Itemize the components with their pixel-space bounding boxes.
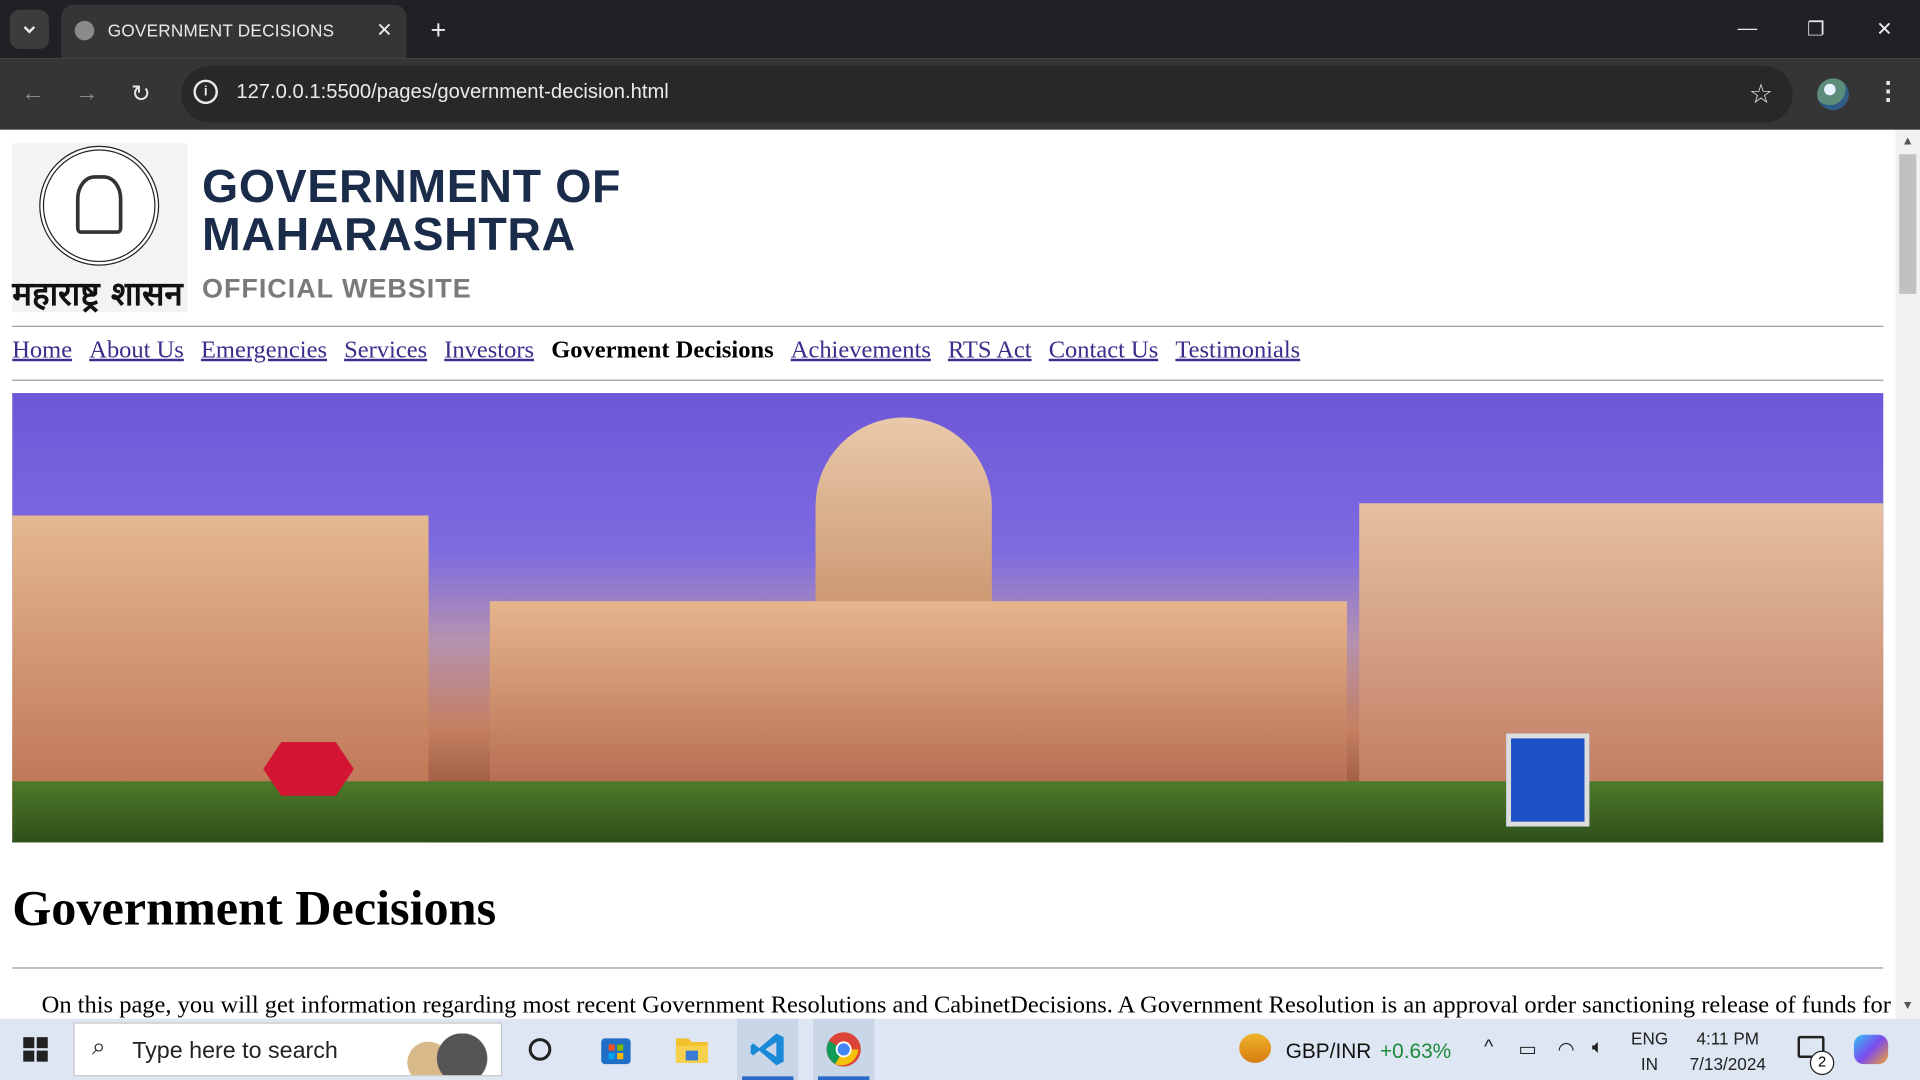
nav-home[interactable]: Home <box>12 337 72 365</box>
chevron-up-icon[interactable]: ^ <box>1484 1037 1493 1059</box>
minimize-button[interactable]: — <box>1719 7 1775 51</box>
taskbar-search[interactable]: ⌕ Type here to search <box>73 1022 503 1077</box>
new-tab-button[interactable]: + <box>421 15 455 47</box>
nav-rts-act[interactable]: RTS Act <box>948 337 1032 365</box>
main-nav: Home About Us Emergencies Services Inves… <box>12 337 1300 365</box>
nav-emergencies[interactable]: Emergencies <box>201 337 327 365</box>
scrollbar-thumb[interactable] <box>1899 154 1917 294</box>
address-bar[interactable]: i 127.0.0.1:5500/pages/government-decisi… <box>181 66 1793 123</box>
restore-button[interactable]: ❐ <box>1788 7 1844 51</box>
chrome-icon[interactable] <box>813 1018 875 1080</box>
windows-start-icon[interactable] <box>12 1031 59 1068</box>
search-input[interactable]: Type here to search <box>132 1038 338 1065</box>
back-button[interactable]: ← <box>12 73 54 115</box>
site-title: GOVERNMENT OF MAHARASHTRA <box>202 161 622 261</box>
close-tab-icon[interactable]: ✕ <box>372 18 396 42</box>
file-explorer-icon[interactable] <box>661 1019 722 1080</box>
volume-icon[interactable]: 🔈︎ <box>1592 1037 1604 1059</box>
tab-search-button[interactable] <box>9 9 49 49</box>
site-title-line1: GOVERNMENT OF <box>202 161 622 214</box>
browser-toolbar: ← → ↻ i 127.0.0.1:5500/pages/government-… <box>0 58 1920 130</box>
nav-investors[interactable]: Investors <box>444 337 534 365</box>
maharashtra-logo[interactable]: महाराष्ट्र शासन <box>12 143 188 314</box>
close-window-button[interactable]: ✕ <box>1856 7 1912 51</box>
vscode-icon[interactable] <box>737 1018 799 1080</box>
state-emblem-icon <box>39 145 160 266</box>
bookmark-star-icon[interactable]: ☆ <box>1749 78 1773 110</box>
page-title: Government Decisions <box>12 879 497 936</box>
search-highlight-image <box>383 1033 496 1076</box>
intro-paragraph: On this page, you will get information r… <box>41 991 1891 1019</box>
nav-contact-us[interactable]: Contact Us <box>1049 337 1159 365</box>
browser-tab[interactable]: GOVERNMENT DECISIONS ✕ <box>61 4 407 59</box>
url-text[interactable]: 127.0.0.1:5500/pages/government-decision… <box>236 81 668 104</box>
forward-button[interactable]: → <box>66 73 108 115</box>
battery-icon[interactable]: ▭ <box>1518 1037 1537 1061</box>
ticker-pair[interactable]: GBP/INR <box>1286 1040 1372 1064</box>
globe-icon <box>74 20 95 41</box>
chevron-down-icon <box>23 26 36 34</box>
clock[interactable]: 4:11 PM 7/13/2024 <box>1678 1026 1778 1077</box>
site-info-icon[interactable]: i <box>193 79 218 105</box>
wifi-icon[interactable]: ◠ <box>1558 1037 1575 1061</box>
copilot-icon[interactable] <box>1853 1034 1889 1065</box>
logo-text: महाराष्ट्र शासन <box>12 275 183 314</box>
microsoft-store-icon[interactable] <box>585 1019 646 1080</box>
reload-button[interactable]: ↻ <box>120 73 162 115</box>
date: 7/13/2024 <box>1689 1054 1766 1074</box>
nav-services[interactable]: Services <box>344 337 427 365</box>
ticker-change[interactable]: +0.63% <box>1380 1040 1451 1064</box>
nav-testimonials[interactable]: Testimonials <box>1175 337 1300 365</box>
divider <box>12 325 1884 327</box>
divider <box>12 967 1884 969</box>
nav-about-us[interactable]: About Us <box>89 337 184 365</box>
scroll-down-icon[interactable]: ▼ <box>1902 999 1914 1012</box>
site-subtitle: OFFICIAL WEBSITE <box>202 273 472 304</box>
menu-kebab-icon[interactable]: ⋮ <box>1876 76 1900 107</box>
divider <box>12 379 1884 381</box>
time: 4:11 PM <box>1696 1028 1760 1049</box>
vertical-scrollbar[interactable]: ▲ ▼ <box>1895 129 1920 1019</box>
nav-government-decisions[interactable]: Goverment Decisions <box>551 337 773 365</box>
language-indicator[interactable]: ENG IN <box>1631 1026 1668 1077</box>
task-view-icon[interactable] <box>509 1019 570 1080</box>
search-icon: ⌕ <box>91 1033 106 1061</box>
windows-taskbar: ⌕ Type here to search GBP/INR +0.63% ^ ▭… <box>0 1018 1920 1080</box>
site-title-line2: MAHARASHTRA <box>202 209 576 261</box>
page-viewport: महाराष्ट्र शासन GOVERNMENT OF MAHARASHTR… <box>0 129 1896 1019</box>
tab-title: GOVERNMENT DECISIONS <box>107 20 335 41</box>
banner-image <box>12 393 1884 843</box>
notification-badge: 2 <box>1809 1050 1835 1076</box>
browser-tab-bar: GOVERNMENT DECISIONS ✕ + — ❐ ✕ <box>0 0 1920 59</box>
nav-achievements[interactable]: Achievements <box>791 337 931 365</box>
stock-ticker-icon[interactable] <box>1239 1033 1272 1063</box>
scroll-up-icon[interactable]: ▲ <box>1902 135 1914 148</box>
profile-avatar[interactable] <box>1817 78 1849 111</box>
